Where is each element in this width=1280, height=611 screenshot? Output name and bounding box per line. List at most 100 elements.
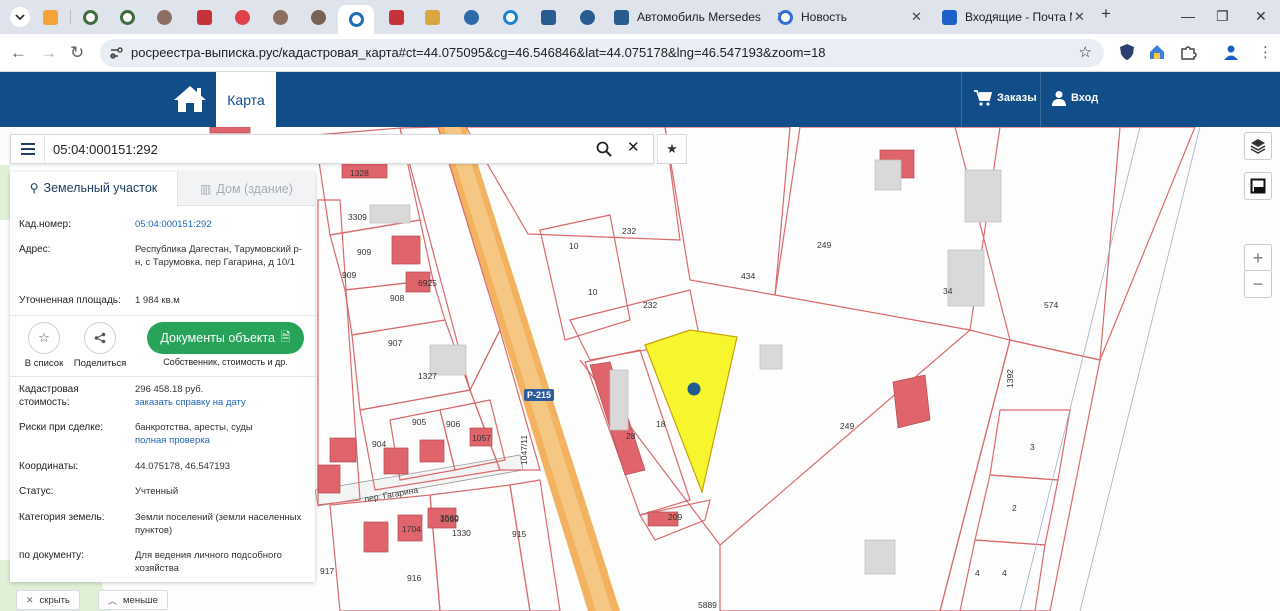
zoom-in-button[interactable]: + bbox=[1244, 244, 1272, 272]
browser-tab-bar: Автомобиль Mersedes ✕ Новость ✕ Входящие… bbox=[0, 0, 1280, 34]
close-window-icon[interactable]: ✕ bbox=[1255, 8, 1267, 24]
hide-panel-button[interactable]: ✕ скрыть bbox=[16, 590, 80, 610]
site-info-icon[interactable] bbox=[108, 45, 124, 61]
menu-button[interactable] bbox=[11, 135, 45, 163]
tab-pinned-6[interactable] bbox=[224, 5, 260, 29]
road-label: Р-215 bbox=[524, 389, 555, 401]
svg-text:916: 916 bbox=[407, 573, 421, 583]
tab-news[interactable]: Новость bbox=[778, 5, 928, 29]
svg-text:28: 28 bbox=[626, 431, 636, 441]
new-tab-icon[interactable]: + bbox=[1101, 5, 1111, 22]
tab-building-label: Дом (здание) bbox=[216, 181, 293, 196]
tab-pinned-1[interactable] bbox=[32, 5, 68, 29]
tab-pinned-14[interactable] bbox=[569, 5, 605, 29]
collapse-panel-button[interactable]: ︿ меньше bbox=[98, 590, 168, 610]
mail-icon bbox=[942, 9, 957, 25]
area-label: Уточненная площадь: bbox=[19, 295, 121, 306]
search-icon[interactable] bbox=[596, 141, 612, 157]
favorites-button[interactable]: ★ bbox=[657, 134, 687, 164]
profile-icon[interactable] bbox=[1222, 43, 1240, 61]
avatar-icon bbox=[310, 9, 326, 25]
svg-text:5889: 5889 bbox=[698, 600, 717, 610]
shield-extension-icon[interactable] bbox=[1118, 43, 1136, 61]
star-outline-icon: ☆ bbox=[38, 330, 50, 345]
selected-parcel[interactable] bbox=[644, 329, 738, 495]
tab-building[interactable]: ▥ Дом (здание) bbox=[177, 172, 315, 206]
svg-text:917: 917 bbox=[320, 566, 334, 576]
svg-text:10: 10 bbox=[588, 287, 598, 297]
home-extension-icon[interactable] bbox=[1148, 43, 1166, 61]
tab-pinned-2[interactable] bbox=[72, 5, 108, 29]
svg-text:574: 574 bbox=[1044, 300, 1058, 310]
home-icon[interactable] bbox=[172, 84, 208, 114]
full-check-link[interactable]: полная проверка bbox=[135, 435, 210, 448]
site-logo-icon bbox=[348, 12, 364, 27]
svg-text:18: 18 bbox=[656, 419, 666, 429]
tab-pinned-7[interactable] bbox=[262, 5, 298, 29]
tab-pinned-5[interactable] bbox=[186, 5, 222, 29]
tab-pinned-12[interactable] bbox=[492, 5, 528, 29]
maximize-icon[interactable]: ❐ bbox=[1216, 8, 1229, 24]
user-icon bbox=[1052, 91, 1066, 106]
svg-text:4: 4 bbox=[1002, 568, 1007, 578]
puzzle-extensions-icon[interactable] bbox=[1179, 43, 1197, 61]
chevron-up-icon: ︿ bbox=[108, 595, 118, 606]
tab-active[interactable] bbox=[338, 5, 374, 34]
tab-title: Входящие - Почта Ma bbox=[965, 10, 1072, 24]
clear-search-icon[interactable]: ✕ bbox=[627, 139, 640, 157]
red-site-icon bbox=[388, 9, 404, 25]
close-tab-icon[interactable]: ✕ bbox=[911, 10, 922, 23]
documents-button[interactable]: Документы объекта 🗎 bbox=[147, 322, 304, 354]
svg-text:6925: 6925 bbox=[418, 278, 437, 288]
layers-button[interactable] bbox=[1244, 132, 1272, 160]
svg-text:907: 907 bbox=[388, 338, 402, 348]
parcel-info-panel: ⚲ Земельный участок ▥ Дом (здание) Кад.н… bbox=[10, 172, 315, 582]
back-arrow-icon[interactable]: ← bbox=[10, 43, 27, 63]
share-button[interactable] bbox=[84, 322, 116, 354]
tab-land-plot[interactable]: ⚲ Земельный участок bbox=[10, 172, 177, 206]
add-to-list-button[interactable]: ☆ bbox=[28, 322, 60, 354]
orders-link[interactable]: Заказы bbox=[974, 90, 1037, 106]
reload-icon[interactable]: ↻ bbox=[70, 43, 84, 63]
url-omnibox[interactable]: росреестра-выписка.рус/кадастровая_карта… bbox=[100, 39, 1104, 67]
minimize-icon[interactable]: — bbox=[1181, 8, 1195, 24]
tab-pinned-3[interactable] bbox=[109, 5, 145, 29]
zoom-out-button[interactable]: − bbox=[1244, 270, 1272, 298]
star-icon: ★ bbox=[666, 141, 678, 156]
tab-mersedes[interactable]: Автомобиль Mersedes bbox=[614, 5, 764, 29]
search-input[interactable] bbox=[53, 140, 553, 158]
add-to-list-label: В список bbox=[24, 358, 64, 369]
forward-arrow-icon[interactable]: → bbox=[40, 43, 57, 63]
tab-pinned-8[interactable] bbox=[300, 5, 336, 29]
svg-text:1047/11: 1047/11 bbox=[519, 435, 529, 465]
cad-number-label: Кад.номер: bbox=[19, 219, 71, 230]
browser-menu-icon[interactable]: ⋮ bbox=[1258, 43, 1273, 63]
svg-text:2: 2 bbox=[1012, 503, 1017, 513]
tab-map[interactable]: Карта bbox=[216, 72, 276, 127]
tab-pinned-9[interactable] bbox=[378, 5, 414, 29]
area-value: 1 984 кв.м bbox=[135, 295, 180, 306]
tab-pinned-13[interactable] bbox=[530, 5, 566, 29]
permitted-use-value: Для ведения личного подсобного хозяйства bbox=[135, 550, 282, 574]
basemap-toggle-button[interactable] bbox=[1244, 172, 1272, 200]
cad-number-value[interactable]: 05:04:000151:292 bbox=[135, 219, 307, 232]
permitted-use-label: по документу: bbox=[19, 550, 84, 561]
layers-icon bbox=[1250, 139, 1266, 154]
close-tab-icon[interactable]: ✕ bbox=[1074, 10, 1085, 23]
tab-pinned-11[interactable] bbox=[453, 5, 489, 29]
chevron-down-icon bbox=[10, 7, 30, 27]
svg-text:1327: 1327 bbox=[418, 371, 437, 381]
orders-label: Заказы bbox=[997, 92, 1037, 104]
svg-text:249: 249 bbox=[840, 421, 854, 431]
tab-pinned-10[interactable] bbox=[414, 5, 450, 29]
order-certificate-link[interactable]: заказать справку на дату bbox=[135, 397, 246, 410]
less-label: меньше bbox=[123, 594, 158, 606]
building-icon: ▥ bbox=[200, 181, 212, 196]
bookmark-star-icon[interactable]: ☆ bbox=[1079, 43, 1092, 61]
tab-mail[interactable]: Входящие - Почта Ma bbox=[942, 5, 1072, 29]
avatar-icon bbox=[156, 9, 172, 25]
tab-pinned-4[interactable] bbox=[146, 5, 182, 29]
land-category-label: Категория земель: bbox=[19, 512, 105, 523]
svg-text:209: 209 bbox=[668, 512, 682, 522]
login-link[interactable]: Вход bbox=[1052, 90, 1098, 106]
